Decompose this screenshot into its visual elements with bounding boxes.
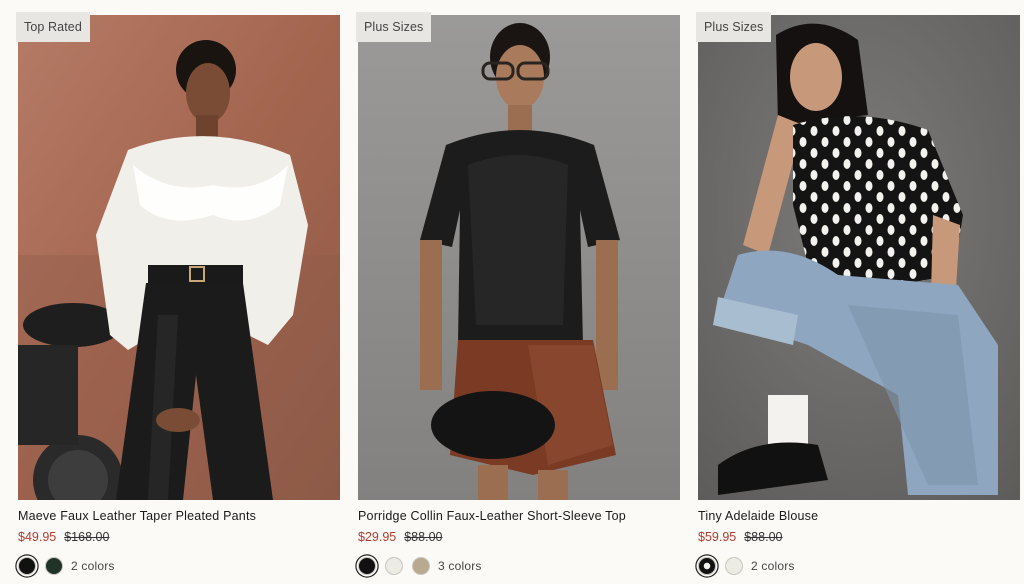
- original-price: $88.00: [404, 530, 443, 544]
- sale-price: $29.95: [358, 530, 397, 544]
- product-price: $59.95 $88.00: [698, 530, 782, 544]
- color-swatch-white[interactable]: [725, 557, 743, 575]
- color-swatch-taupe[interactable]: [412, 557, 430, 575]
- sale-price: $59.95: [698, 530, 737, 544]
- product-badge: Top Rated: [16, 12, 90, 42]
- product-title[interactable]: Tiny Adelaide Blouse: [698, 509, 818, 523]
- colors-count: 2 colors: [71, 559, 115, 573]
- color-swatches: 2 colors: [18, 555, 115, 577]
- color-swatch-white[interactable]: [385, 557, 403, 575]
- product-image[interactable]: [698, 15, 1020, 500]
- color-swatches: 2 colors: [698, 555, 795, 577]
- color-swatch-black[interactable]: [358, 557, 376, 575]
- colors-count: 2 colors: [751, 559, 795, 573]
- product-card[interactable]: Plus Sizes: [356, 12, 680, 584]
- color-swatch-green[interactable]: [45, 557, 63, 575]
- product-card[interactable]: Plus Sizes: [696, 12, 1020, 584]
- original-price: $168.00: [64, 530, 110, 544]
- product-image[interactable]: [18, 15, 340, 500]
- product-title[interactable]: Maeve Faux Leather Taper Pleated Pants: [18, 509, 256, 523]
- product-badge: Plus Sizes: [696, 12, 772, 42]
- color-swatch-polka-dot[interactable]: [698, 557, 716, 575]
- product-grid: Top Rated Maeve Faux Leather Taper Pleat…: [0, 0, 1024, 584]
- product-price: $29.95 $88.00: [358, 530, 442, 544]
- product-title[interactable]: Porridge Collin Faux-Leather Short-Sleev…: [358, 509, 626, 523]
- product-image[interactable]: [358, 15, 680, 500]
- product-badge: Plus Sizes: [356, 12, 432, 42]
- color-swatch-black[interactable]: [18, 557, 36, 575]
- colors-count: 3 colors: [438, 559, 482, 573]
- product-card[interactable]: Top Rated Maeve Faux Leather Taper Pleat…: [16, 12, 340, 584]
- original-price: $88.00: [744, 530, 783, 544]
- color-swatches: 3 colors: [358, 555, 482, 577]
- product-price: $49.95 $168.00: [18, 530, 109, 544]
- sale-price: $49.95: [18, 530, 57, 544]
